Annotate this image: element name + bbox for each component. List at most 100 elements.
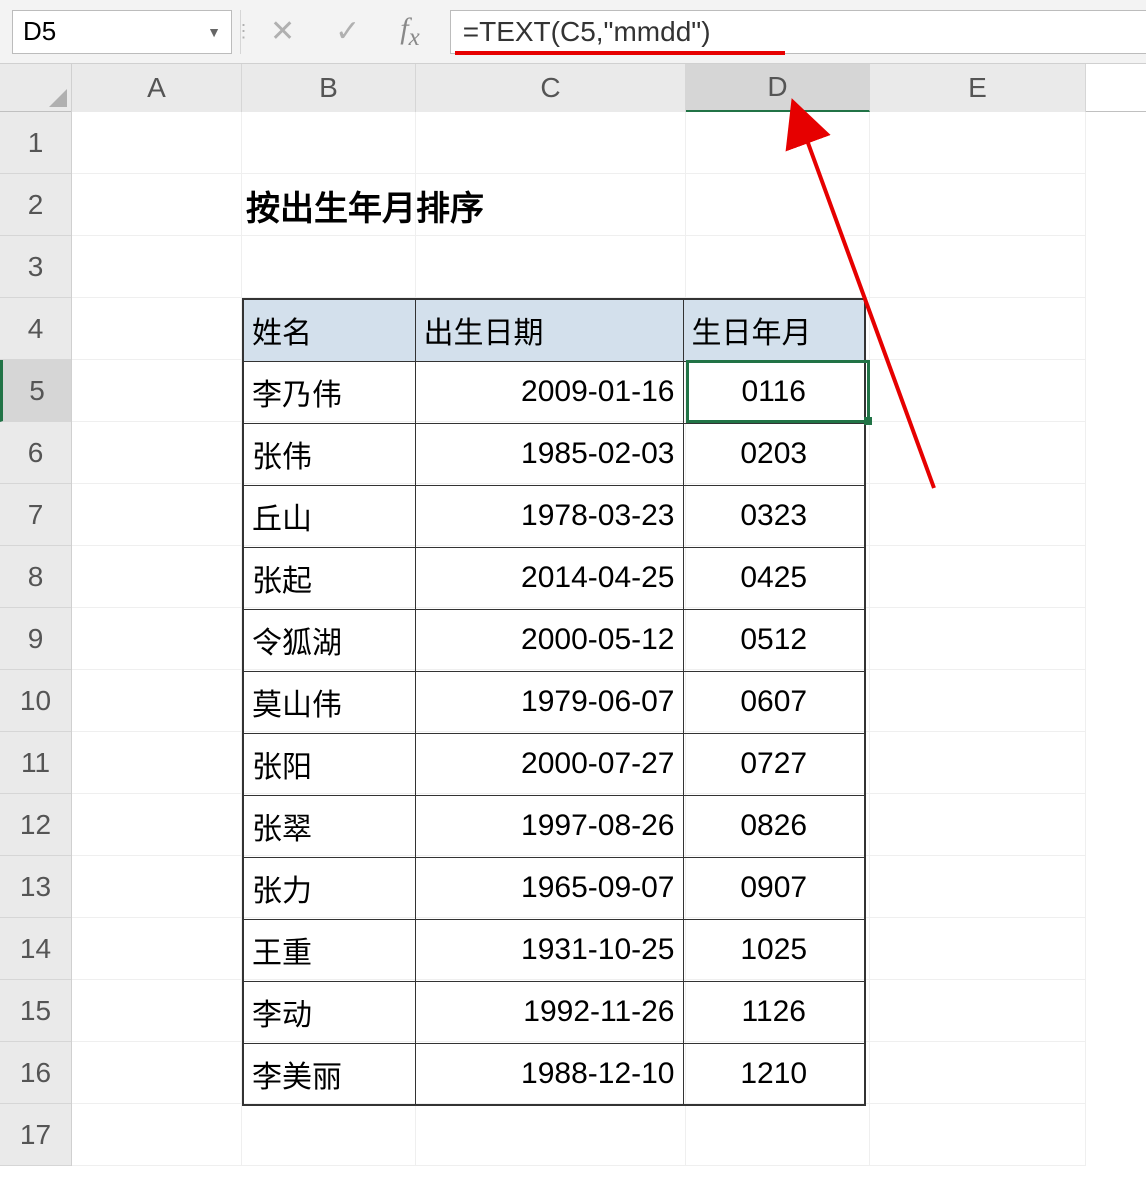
cell[interactable] bbox=[870, 112, 1086, 174]
cell-dob[interactable]: 1992-11-26 bbox=[415, 981, 683, 1043]
cell-dob[interactable]: 1979-06-07 bbox=[415, 671, 683, 733]
cell-name[interactable]: 令狐湖 bbox=[243, 609, 415, 671]
cell[interactable] bbox=[72, 422, 242, 484]
col-header-D[interactable]: D bbox=[686, 64, 870, 112]
col-header-B[interactable]: B bbox=[242, 64, 416, 112]
cell-dob[interactable]: 2000-05-12 bbox=[415, 609, 683, 671]
cell[interactable] bbox=[870, 732, 1086, 794]
cell[interactable] bbox=[686, 1104, 870, 1166]
cell[interactable] bbox=[870, 608, 1086, 670]
cell[interactable] bbox=[72, 980, 242, 1042]
col-header-A[interactable]: A bbox=[72, 64, 242, 112]
cell-dob[interactable]: 1985-02-03 bbox=[415, 423, 683, 485]
cell-mmdd[interactable]: 0907 bbox=[683, 857, 865, 919]
cell-name[interactable]: 张伟 bbox=[243, 423, 415, 485]
cell-dob[interactable]: 1965-09-07 bbox=[415, 857, 683, 919]
cell[interactable] bbox=[72, 236, 242, 298]
cell[interactable] bbox=[870, 670, 1086, 732]
cell[interactable] bbox=[72, 670, 242, 732]
row-header-4[interactable]: 4 bbox=[0, 298, 71, 360]
cell-mmdd[interactable]: 0425 bbox=[683, 547, 865, 609]
cell[interactable] bbox=[870, 918, 1086, 980]
header-name[interactable]: 姓名 bbox=[243, 299, 415, 361]
cell[interactable] bbox=[870, 794, 1086, 856]
cell-mmdd[interactable]: 1025 bbox=[683, 919, 865, 981]
formula-input[interactable]: =TEXT(C5,"mmdd") bbox=[450, 10, 1146, 54]
cell[interactable] bbox=[870, 1104, 1086, 1166]
row-header-16[interactable]: 16 bbox=[0, 1042, 71, 1104]
cell-name[interactable]: 莫山伟 bbox=[243, 671, 415, 733]
cell-name[interactable]: 张阳 bbox=[243, 733, 415, 795]
cell[interactable] bbox=[72, 1042, 242, 1104]
cell-name[interactable]: 张翠 bbox=[243, 795, 415, 857]
cell[interactable] bbox=[870, 1042, 1086, 1104]
cell[interactable] bbox=[686, 236, 870, 298]
cell[interactable] bbox=[870, 298, 1086, 360]
cell[interactable] bbox=[686, 112, 870, 174]
cell-mmdd[interactable]: 1126 bbox=[683, 981, 865, 1043]
cell-dob[interactable]: 1997-08-26 bbox=[415, 795, 683, 857]
cell[interactable] bbox=[72, 360, 242, 422]
cell[interactable] bbox=[416, 236, 686, 298]
cell-mmdd[interactable]: 1210 bbox=[683, 1043, 865, 1105]
cell[interactable] bbox=[686, 174, 870, 236]
cell-name[interactable]: 丘山 bbox=[243, 485, 415, 547]
cell-dob[interactable]: 2000-07-27 bbox=[415, 733, 683, 795]
cell[interactable] bbox=[72, 174, 242, 236]
cell[interactable] bbox=[72, 856, 242, 918]
cell[interactable] bbox=[72, 732, 242, 794]
cell-mmdd[interactable]: 0116 bbox=[683, 361, 865, 423]
cell[interactable] bbox=[870, 422, 1086, 484]
row-header-11[interactable]: 11 bbox=[0, 732, 71, 794]
cell[interactable] bbox=[72, 1104, 242, 1166]
cells-area[interactable]: 按出生年月排序 姓名 出生日期 生日年月 李乃伟2009-01-160116张伟… bbox=[72, 112, 1146, 1166]
cell-mmdd[interactable]: 0826 bbox=[683, 795, 865, 857]
row-header-12[interactable]: 12 bbox=[0, 794, 71, 856]
cell[interactable] bbox=[72, 484, 242, 546]
cell[interactable] bbox=[72, 298, 242, 360]
col-header-C[interactable]: C bbox=[416, 64, 686, 112]
row-header-2[interactable]: 2 bbox=[0, 174, 71, 236]
row-header-17[interactable]: 17 bbox=[0, 1104, 71, 1166]
cell[interactable] bbox=[416, 1104, 686, 1166]
row-header-7[interactable]: 7 bbox=[0, 484, 71, 546]
cell-mmdd[interactable]: 0607 bbox=[683, 671, 865, 733]
select-all-corner[interactable] bbox=[0, 64, 71, 112]
cell-name[interactable]: 李美丽 bbox=[243, 1043, 415, 1105]
name-box-dropdown-icon[interactable]: ▼ bbox=[207, 24, 221, 40]
cell[interactable] bbox=[242, 236, 416, 298]
fx-icon[interactable]: fx bbox=[400, 12, 419, 52]
row-header-3[interactable]: 3 bbox=[0, 236, 71, 298]
cell[interactable] bbox=[416, 112, 686, 174]
col-header-E[interactable]: E bbox=[870, 64, 1086, 112]
row-header-1[interactable]: 1 bbox=[0, 112, 71, 174]
cell-mmdd[interactable]: 0727 bbox=[683, 733, 865, 795]
cell[interactable] bbox=[870, 546, 1086, 608]
cell[interactable] bbox=[870, 856, 1086, 918]
row-header-10[interactable]: 10 bbox=[0, 670, 71, 732]
cell-dob[interactable]: 2014-04-25 bbox=[415, 547, 683, 609]
cell-mmdd[interactable]: 0203 bbox=[683, 423, 865, 485]
row-header-13[interactable]: 13 bbox=[0, 856, 71, 918]
cell-dob[interactable]: 1931-10-25 bbox=[415, 919, 683, 981]
cell[interactable] bbox=[72, 608, 242, 670]
cell-name[interactable]: 张起 bbox=[243, 547, 415, 609]
row-header-14[interactable]: 14 bbox=[0, 918, 71, 980]
row-header-9[interactable]: 9 bbox=[0, 608, 71, 670]
cell-name[interactable]: 李乃伟 bbox=[243, 361, 415, 423]
cell[interactable] bbox=[242, 112, 416, 174]
header-mmdd[interactable]: 生日年月 bbox=[683, 299, 865, 361]
cell-mmdd[interactable]: 0512 bbox=[683, 609, 865, 671]
name-box[interactable]: D5 ▼ bbox=[12, 10, 232, 54]
cell-mmdd[interactable]: 0323 bbox=[683, 485, 865, 547]
cell-name[interactable]: 李动 bbox=[243, 981, 415, 1043]
cell-dob[interactable]: 1988-12-10 bbox=[415, 1043, 683, 1105]
cell[interactable] bbox=[870, 360, 1086, 422]
cell[interactable] bbox=[870, 174, 1086, 236]
header-dob[interactable]: 出生日期 bbox=[415, 299, 683, 361]
cell[interactable] bbox=[242, 1104, 416, 1166]
cell-name[interactable]: 王重 bbox=[243, 919, 415, 981]
cell-dob[interactable]: 2009-01-16 bbox=[415, 361, 683, 423]
cell-dob[interactable]: 1978-03-23 bbox=[415, 485, 683, 547]
row-header-6[interactable]: 6 bbox=[0, 422, 71, 484]
